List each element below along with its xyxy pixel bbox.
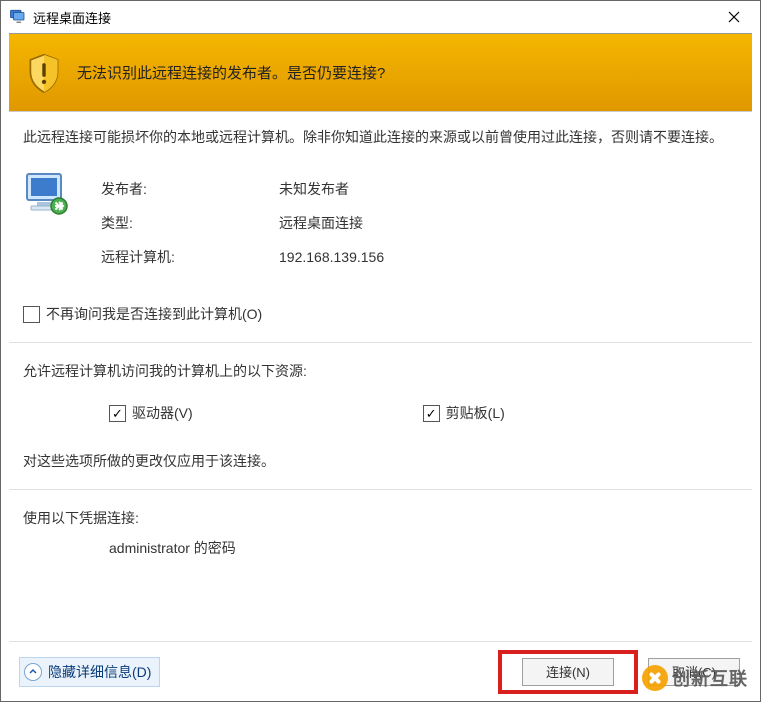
- hide-details-label: 隐藏详细信息(D): [48, 662, 151, 682]
- dont-ask-checkbox[interactable]: [23, 306, 40, 323]
- titlebar: 远程桌面连接: [1, 1, 760, 33]
- drives-checkbox[interactable]: [109, 405, 126, 422]
- close-button[interactable]: [712, 2, 756, 32]
- table-row: 发布者: 未知发布者: [101, 172, 384, 206]
- connection-info: 发布者: 未知发布者 类型: 远程桌面连接 远程计算机: 192.168.139…: [101, 172, 384, 274]
- shield-warning-icon: [27, 53, 61, 93]
- clipboard-checkbox[interactable]: [423, 405, 440, 422]
- clipboard-checkbox-row[interactable]: 剪贴板(L): [423, 403, 505, 423]
- chevron-up-icon: [24, 663, 42, 681]
- cancel-button[interactable]: 取消(C): [648, 658, 740, 686]
- credentials-line: administrator 的密码: [23, 538, 740, 558]
- remote-computer-value: 192.168.139.156: [279, 249, 384, 265]
- credentials-title: 使用以下凭据连接:: [23, 508, 740, 528]
- remote-computer-label: 远程计算机:: [101, 247, 279, 267]
- type-label: 类型:: [101, 213, 279, 233]
- publisher-label: 发布者:: [101, 179, 279, 199]
- hide-details-button[interactable]: 隐藏详细信息(D): [19, 657, 160, 687]
- computer-icon: [23, 170, 71, 218]
- dont-ask-checkbox-row[interactable]: 不再询问我是否连接到此计算机(O): [23, 304, 740, 324]
- resources-title: 允许远程计算机访问我的计算机上的以下资源:: [23, 361, 740, 381]
- connect-highlight: 连接(N): [498, 650, 638, 694]
- resources-note: 对这些选项所做的更改仅应用于该连接。: [23, 451, 740, 471]
- description-text: 此远程连接可能损坏你的本地或远程计算机。除非你知道此连接的来源或以前曾使用过此连…: [23, 126, 740, 148]
- type-value: 远程桌面连接: [279, 213, 363, 233]
- dont-ask-label: 不再询问我是否连接到此计算机(O): [46, 304, 262, 324]
- publisher-value: 未知发布者: [279, 179, 349, 199]
- warning-text: 无法识别此远程连接的发布者。是否仍要连接?: [77, 62, 385, 83]
- drives-label: 驱动器(V): [132, 403, 193, 423]
- clipboard-label: 剪贴板(L): [446, 403, 505, 423]
- dialog-window: 远程桌面连接 无法识别此远程连接的发布者。是否仍要连接? 此远程连接可能损坏你的…: [0, 0, 761, 702]
- table-row: 远程计算机: 192.168.139.156: [101, 240, 384, 274]
- connect-button[interactable]: 连接(N): [522, 658, 614, 686]
- drives-checkbox-row[interactable]: 驱动器(V): [109, 403, 193, 423]
- table-row: 类型: 远程桌面连接: [101, 206, 384, 240]
- window-title: 远程桌面连接: [33, 8, 712, 27]
- app-icon: [9, 8, 27, 26]
- bottom-bar: 隐藏详细信息(D) 连接(N) 取消(C): [9, 641, 752, 701]
- warning-banner: 无法识别此远程连接的发布者。是否仍要连接?: [9, 34, 752, 112]
